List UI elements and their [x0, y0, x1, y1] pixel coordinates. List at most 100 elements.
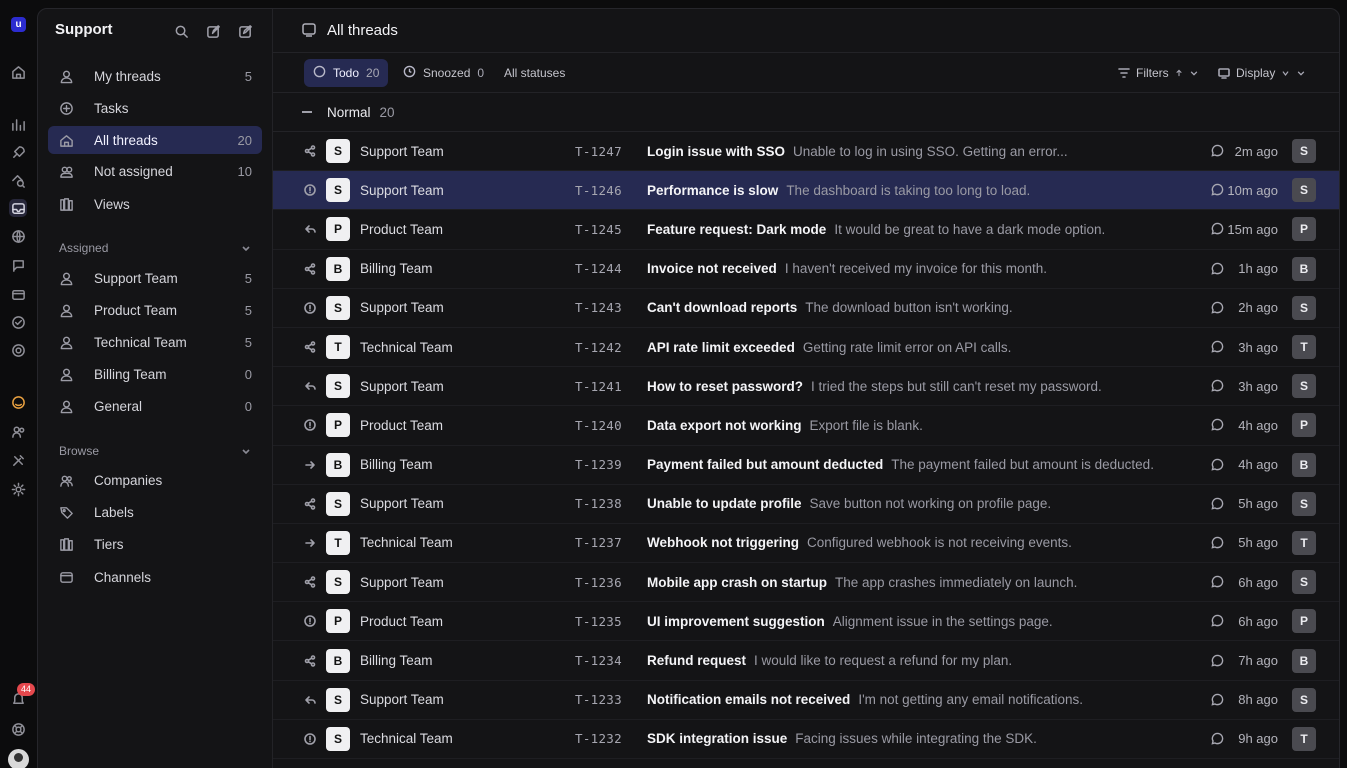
settings-icon[interactable]	[9, 480, 27, 498]
reply-status-icon[interactable]	[303, 222, 317, 236]
main-panel: All threads Todo 20 Snoozed 0 All status…	[273, 9, 1339, 768]
shield-icon[interactable]	[9, 313, 27, 331]
table-row[interactable]: S Support Team T-1233 Notification emails n…	[273, 681, 1339, 720]
home-icon[interactable]	[9, 63, 27, 81]
alert-status-icon[interactable]	[303, 418, 317, 432]
sidebar-item-views[interactable]: Views	[48, 190, 262, 218]
share-status-icon[interactable]	[303, 497, 317, 511]
assignee-avatar[interactable]: P	[1292, 609, 1316, 634]
reply-status-icon[interactable]	[303, 693, 317, 707]
thread-subject: Unable to update profile Save button not …	[647, 496, 1052, 512]
help-icon[interactable]	[9, 720, 27, 738]
table-row[interactable]: B Billing Team T-1239 Payment failed but am…	[273, 446, 1339, 485]
assignee-avatar[interactable]: T	[1292, 726, 1316, 751]
tools-icon[interactable]	[9, 451, 27, 469]
table-row[interactable]: S Support Team T-1238 Unable to update prof…	[273, 485, 1339, 524]
share-status-icon[interactable]	[303, 340, 317, 354]
assignee-avatar[interactable]: T	[1292, 335, 1316, 360]
support-icon[interactable]	[9, 341, 27, 359]
assignee-avatar[interactable]: S	[1292, 570, 1316, 595]
table-row[interactable]: S Support Team T-1247 Login issue with SSO U…	[273, 132, 1339, 172]
rocket-icon[interactable]	[9, 143, 27, 161]
emoji-app-icon[interactable]	[9, 393, 27, 411]
assigned-section-header[interactable]: Assigned	[59, 241, 251, 255]
display-button[interactable]: Display	[1218, 59, 1306, 87]
sidebar-item-support-team[interactable]: Support Team 5	[48, 264, 262, 292]
sidebar-item-product-team[interactable]: Product Team 5	[48, 296, 262, 324]
sidebar-item-not-assigned[interactable]: Not assigned 10	[48, 157, 262, 185]
sidebar-item-billing-team[interactable]: Billing Team 0	[48, 360, 262, 388]
assignee-avatar[interactable]: S	[1292, 295, 1316, 320]
table-row[interactable]: B Billing Team T-1234 Refund request I would…	[273, 641, 1339, 681]
assignee-avatar[interactable]: S	[1292, 139, 1316, 164]
thread-time: 6h ago	[1238, 613, 1278, 629]
sidebar-item-labels[interactable]: Labels	[48, 498, 262, 526]
assignee-avatar[interactable]: S	[1292, 178, 1316, 203]
analytics-icon[interactable]	[9, 115, 27, 133]
assignee-avatar[interactable]: S	[1292, 491, 1316, 516]
filters-button[interactable]: Filters	[1118, 59, 1199, 87]
assignee-avatar[interactable]: P	[1292, 413, 1316, 438]
browse-section-header[interactable]: Browse	[59, 444, 251, 458]
assignee-avatar[interactable]: B	[1292, 648, 1316, 673]
all-statuses-chip[interactable]: All statuses	[495, 59, 574, 87]
sidebar-item-general[interactable]: General 0	[48, 392, 262, 420]
sidebar-item-companies[interactable]: Companies	[48, 466, 262, 494]
sidebar-item-my-threads[interactable]: My threads 5	[48, 62, 262, 90]
label-icon	[58, 504, 75, 521]
sidebar-item-tasks[interactable]: Tasks	[48, 94, 262, 122]
users-icon[interactable]	[9, 422, 27, 440]
alert-status-icon[interactable]	[303, 614, 317, 628]
group-header-normal[interactable]: Normal 20	[273, 93, 1339, 132]
table-row[interactable]: B Billing Team T-1244 Invoice not received I…	[273, 250, 1339, 289]
assignee-avatar[interactable]: T	[1292, 530, 1316, 555]
snoozed-filter-chip[interactable]: Snoozed 0	[394, 59, 493, 87]
sidebar: Support Assigned Browse My threads 5 Tasks…	[38, 9, 273, 768]
compose-icon[interactable]	[236, 22, 254, 40]
share-status-icon[interactable]	[303, 654, 317, 668]
table-row[interactable]: S Support Team T-1236 Mobile app crash on s…	[273, 563, 1339, 603]
table-row[interactable]: S Technical Team T-1232 SDK integration iss…	[273, 720, 1339, 759]
assignee-avatar[interactable]: P	[1292, 217, 1316, 242]
alert-status-icon[interactable]	[303, 732, 317, 746]
todo-filter-chip[interactable]: Todo 20	[304, 59, 389, 87]
sidebar-item-tiers[interactable]: Tiers	[48, 530, 262, 558]
table-row[interactable]: P Product Team T-1235 UI improvement sugges…	[273, 602, 1339, 642]
thread-subject: Can't download reports The download butto…	[647, 300, 1013, 316]
table-row[interactable]: S Support Team T-1246 Performance is slow Th…	[273, 171, 1339, 211]
assignee-avatar[interactable]: S	[1292, 687, 1316, 712]
table-row[interactable]: S Support Team T-1243 Can't download report…	[273, 289, 1339, 328]
search-icon[interactable]	[172, 22, 190, 40]
sidebar-item-count: 5	[244, 334, 252, 350]
workspace-logo[interactable]: u	[11, 17, 26, 32]
forward-status-icon[interactable]	[303, 458, 317, 472]
user-avatar[interactable]	[8, 749, 29, 768]
share-status-icon[interactable]	[303, 575, 317, 589]
globe-icon[interactable]	[9, 227, 27, 245]
table-row[interactable]: T Technical Team T-1237 Webhook not trigger…	[273, 524, 1339, 564]
cards-icon[interactable]	[9, 285, 27, 303]
thread-subject: Data export not working Export file is bl…	[647, 417, 923, 433]
table-row[interactable]: P Product Team T-1240 Data export not worki…	[273, 406, 1339, 446]
forward-status-icon[interactable]	[303, 536, 317, 550]
sidebar-item-all-threads[interactable]: All threads 20	[48, 126, 262, 154]
alert-status-icon[interactable]	[303, 183, 317, 197]
sidebar-item-technical-team[interactable]: Technical Team 5	[48, 328, 262, 356]
team-avatar: P	[326, 413, 350, 438]
share-status-icon[interactable]	[303, 144, 317, 158]
table-row[interactable]: T Technical Team T-1242 API rate limit exce…	[273, 328, 1339, 368]
new-thread-icon[interactable]	[204, 22, 222, 40]
search-home-icon[interactable]	[9, 171, 27, 189]
assignee-avatar[interactable]: B	[1292, 256, 1316, 281]
reply-status-icon[interactable]	[303, 379, 317, 393]
share-status-icon[interactable]	[303, 262, 317, 276]
table-row[interactable]: S Support Team T-1241 How to reset password…	[273, 367, 1339, 407]
alert-status-icon[interactable]	[303, 301, 317, 315]
assignee-avatar[interactable]: S	[1292, 374, 1316, 399]
assignee-avatar[interactable]: B	[1292, 452, 1316, 477]
inbox-icon[interactable]	[9, 199, 27, 217]
sidebar-item-count: 20	[237, 132, 252, 148]
chat-flag-icon[interactable]	[9, 256, 27, 274]
table-row[interactable]: P Product Team T-1245 Feature request: Dark…	[273, 210, 1339, 250]
sidebar-item-channels[interactable]: Channels	[48, 563, 262, 591]
